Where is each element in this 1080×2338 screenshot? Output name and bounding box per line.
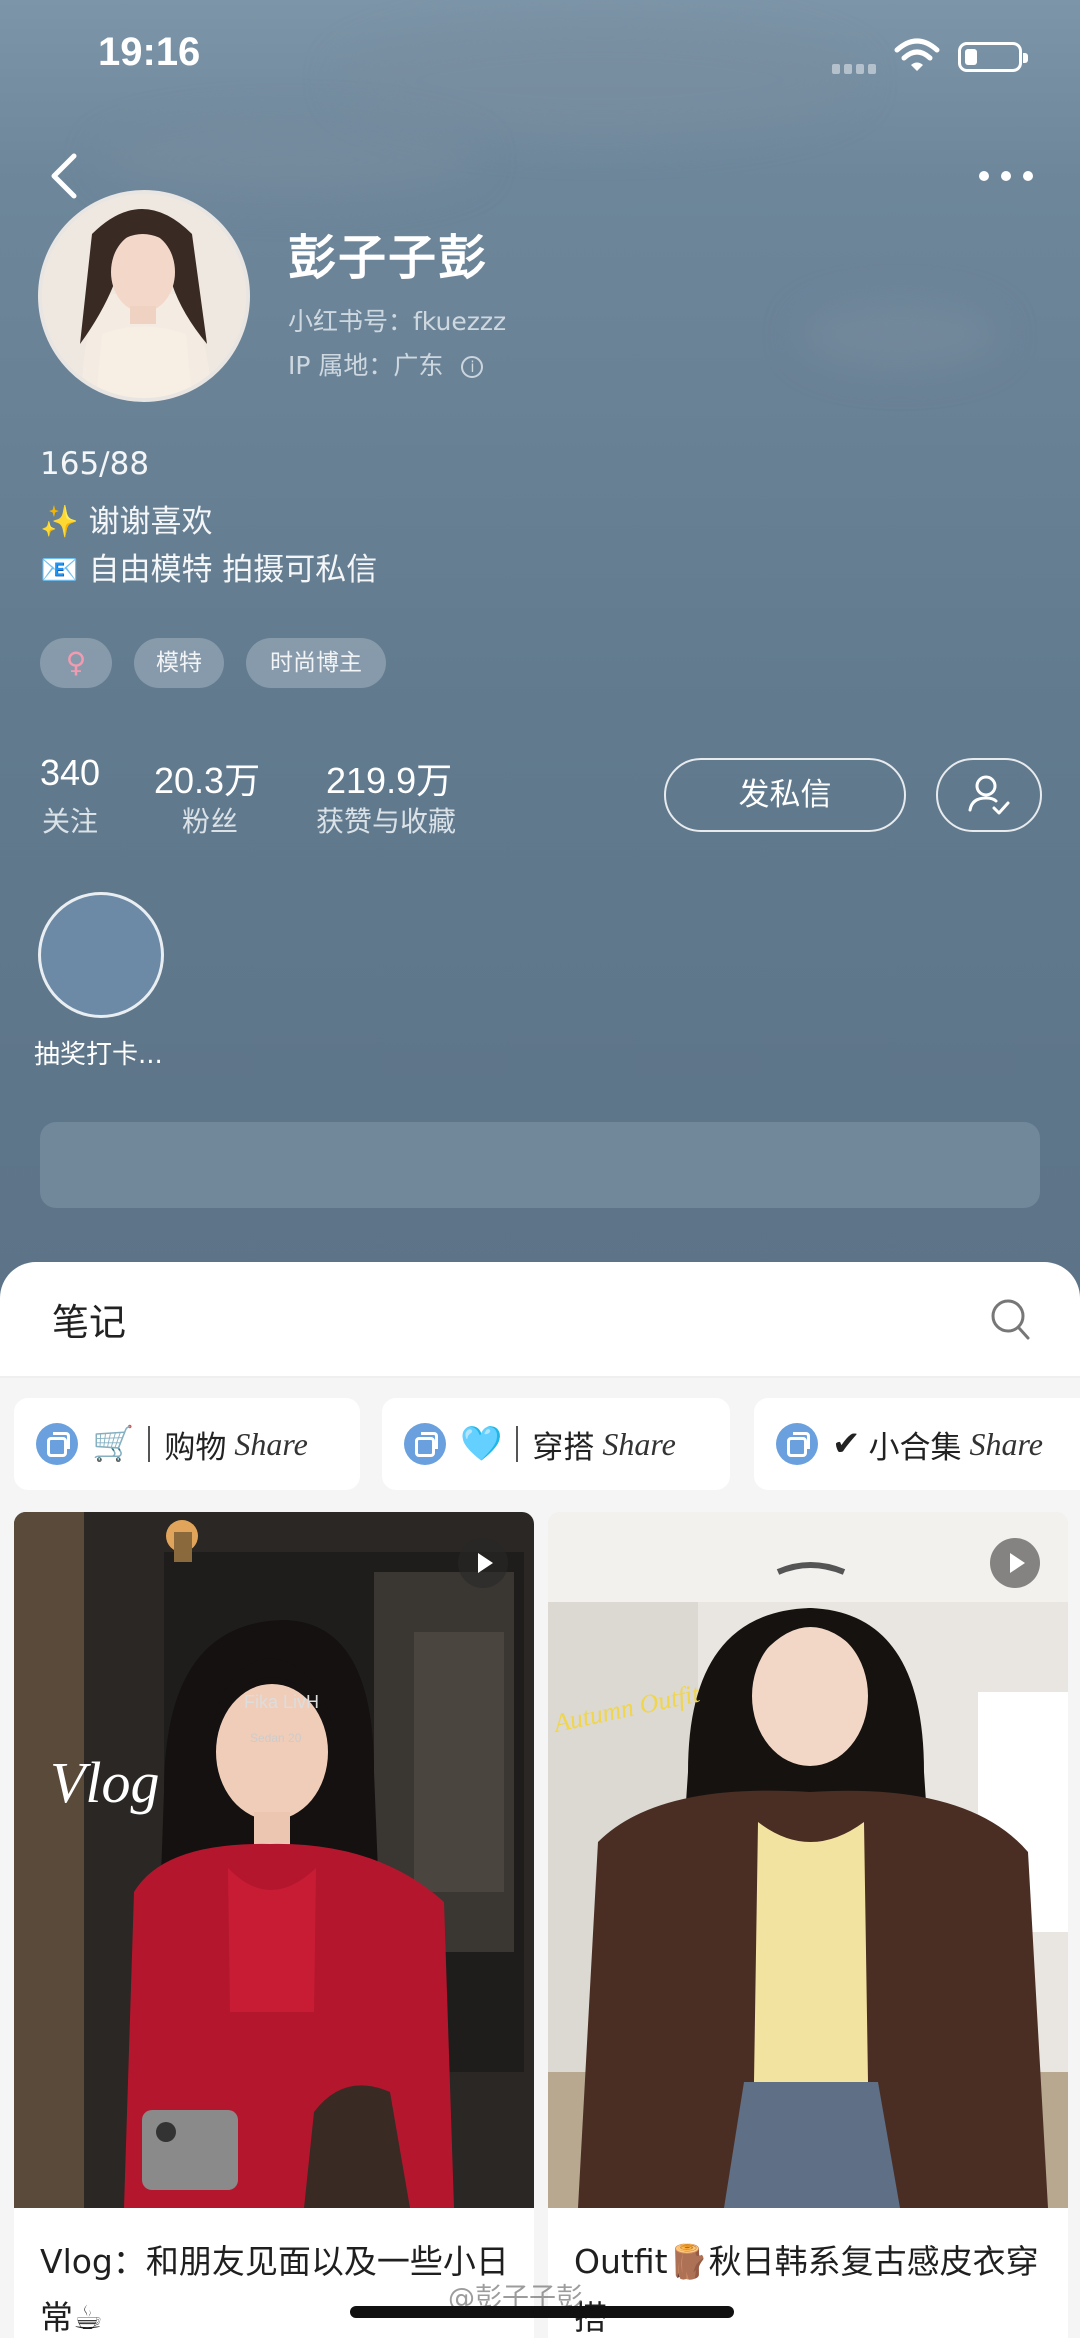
ip-location: IP 属地：广东	[288, 351, 444, 380]
send-message-button[interactable]: 发私信	[664, 758, 906, 832]
collection-icon	[36, 1423, 78, 1465]
cover-sign-sub: Sedan 20	[250, 1731, 302, 1745]
signal-icon	[832, 64, 880, 74]
collection-icon	[404, 1423, 446, 1465]
avatar[interactable]	[38, 190, 250, 402]
gender-tag: ♀	[40, 638, 112, 688]
red-id: 小红书号：fkuezzz	[288, 307, 507, 336]
highlight-label[interactable]: 抽奖打卡...	[34, 1034, 163, 1071]
followers-count[interactable]: 20.3万	[154, 752, 260, 804]
check-icon: ✔	[832, 1424, 861, 1464]
bio-line: 📧 自由模特 拍摄可私信	[40, 552, 378, 588]
collection-label: 小合集	[868, 1429, 962, 1466]
followed-button[interactable]	[936, 758, 1042, 832]
ip-location-row: IP 属地：广东 i	[288, 346, 484, 382]
collection-outfit[interactable]: 🩵 穿搭 Share	[382, 1398, 730, 1490]
heart-icon: 🩵	[460, 1424, 503, 1464]
more-options-icon[interactable]	[976, 164, 1036, 188]
back-icon[interactable]	[44, 148, 84, 204]
note-card[interactable]: Autumn Outfit Outfit🪵秋日韩系复古感皮衣穿搭	[548, 1512, 1068, 2338]
wifi-icon	[894, 38, 940, 71]
collection-share: Share	[234, 1425, 308, 1462]
followers-label[interactable]: 粉丝	[182, 800, 238, 840]
status-time: 19:16	[98, 30, 201, 74]
tag-model: 模特	[134, 638, 224, 688]
collection-shopping[interactable]: 🛒 购物 Share	[14, 1398, 360, 1490]
user-check-icon	[968, 775, 1010, 815]
following-count[interactable]: 340	[40, 752, 100, 794]
note-card[interactable]: Fika LivH Sedan 20 Vlog Vlog：和朋友见面以及一些小日…	[14, 1512, 534, 2338]
likes-label[interactable]: 获赞与收藏	[316, 800, 456, 840]
placeholder-bar	[40, 1122, 1040, 1208]
cloud-shape	[340, 20, 860, 140]
bio-line: 165/88	[40, 446, 150, 482]
note-cover: Fika LivH Sedan 20 Vlog	[14, 1512, 534, 2208]
separator	[516, 1426, 519, 1462]
bio-line: ✨ 谢谢喜欢	[40, 504, 213, 540]
cloud-shape	[100, 120, 480, 200]
separator	[148, 1426, 151, 1462]
collection-share: Share	[969, 1425, 1043, 1462]
search-icon[interactable]	[990, 1298, 1032, 1342]
highlight-circle[interactable]	[38, 892, 164, 1018]
collection-share: Share	[602, 1425, 676, 1462]
info-icon[interactable]: i	[461, 356, 484, 378]
home-indicator[interactable]	[350, 2306, 734, 2318]
collection-mini[interactable]: ✔ 小合集 Share	[754, 1398, 1080, 1490]
nickname: 彭子子彭	[288, 230, 489, 286]
cover-overlay-text: Vlog	[50, 1750, 160, 1815]
cloud-shape	[800, 300, 1000, 370]
collection-label: 穿搭	[532, 1429, 595, 1466]
cover-sign-text: Fika LivH	[244, 1692, 319, 1712]
following-label[interactable]: 关注	[42, 800, 98, 840]
likes-count[interactable]: 219.9万	[326, 752, 452, 804]
note-title: Outfit🪵秋日韩系复古感皮衣穿搭	[574, 2242, 1039, 2337]
collection-label: 购物	[164, 1429, 227, 1466]
tab-notes[interactable]: 笔记	[52, 1292, 126, 1346]
tag-fashion-blogger: 时尚博主	[246, 638, 386, 688]
note-cover: Autumn Outfit	[548, 1512, 1068, 2208]
play-icon	[990, 1538, 1040, 1588]
collection-icon	[776, 1423, 818, 1465]
cart-icon: 🛒	[92, 1424, 135, 1464]
battery-icon	[958, 42, 1028, 72]
play-icon	[458, 1538, 508, 1588]
